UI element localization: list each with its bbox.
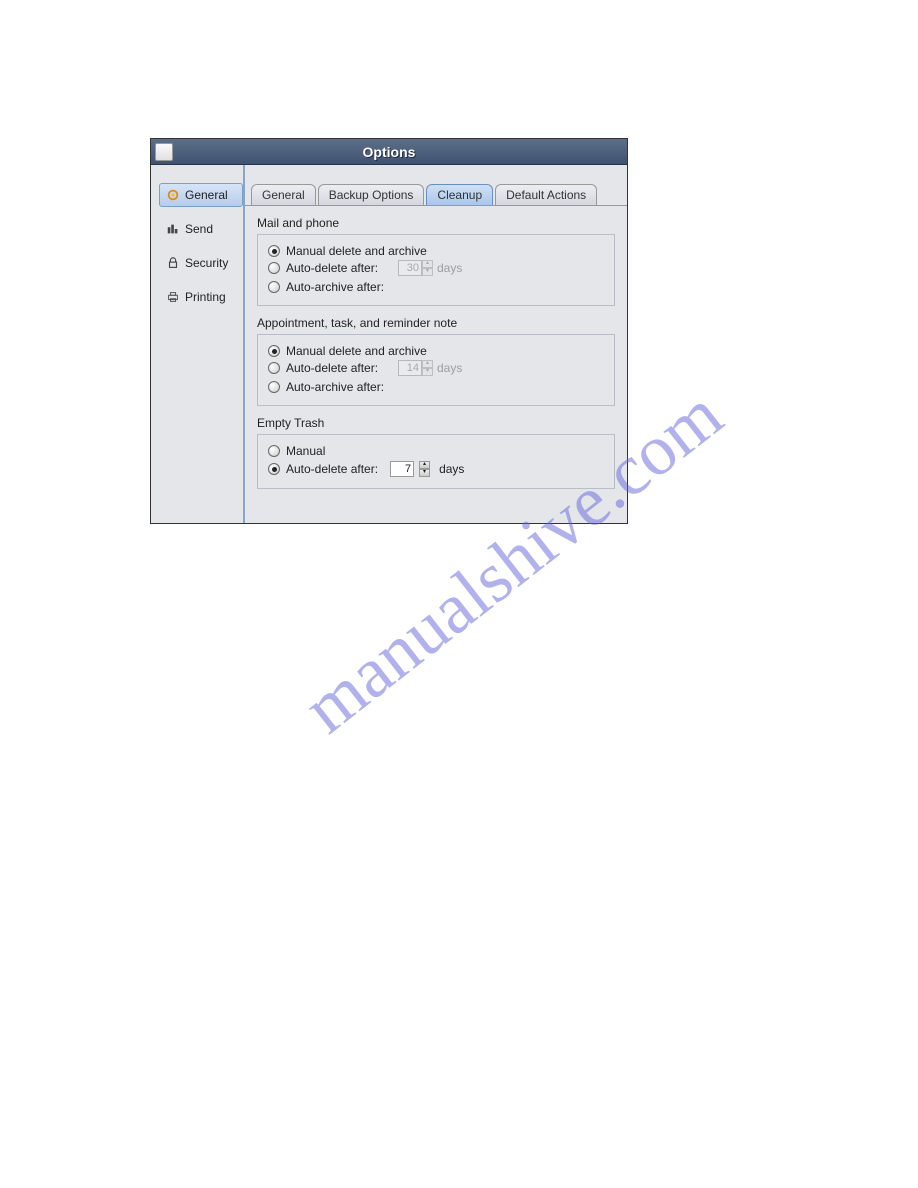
days-unit: days [437, 361, 462, 375]
radio-label: Manual [286, 444, 325, 458]
radio-icon [268, 463, 280, 475]
sidebar-label: Send [185, 222, 213, 236]
radio-icon [268, 245, 280, 257]
sidebar-item-printing[interactable]: Printing [159, 285, 243, 309]
days-unit: days [439, 462, 464, 476]
tab-cleanup[interactable]: Cleanup [426, 184, 493, 205]
radio-manual[interactable]: Manual delete and archive [268, 344, 604, 358]
radio-icon [268, 345, 280, 357]
radio-icon [268, 362, 280, 374]
days-spinner: 14 ▴ ▾ days [398, 360, 604, 376]
radio-icon [268, 381, 280, 393]
radio-label: Auto-archive after: [286, 380, 384, 394]
group-box: Manual delete and archive Auto-delete af… [257, 234, 615, 306]
tab-general[interactable]: General [251, 184, 316, 205]
group-empty-trash: Empty Trash Manual Auto-delete after: 7 [257, 416, 615, 489]
tab-row: General Backup Options Cleanup Default A… [245, 183, 627, 205]
spin-up[interactable]: ▴ [422, 360, 433, 368]
radio-autoarchive[interactable]: Auto-archive after: [268, 380, 604, 394]
radio-label: Auto-delete after: [286, 462, 378, 476]
spin-down[interactable]: ▾ [422, 268, 433, 276]
gear-icon [166, 188, 180, 202]
window-icon [155, 143, 173, 161]
titlebar: Options [151, 139, 627, 165]
spin-up[interactable]: ▴ [419, 461, 430, 469]
tab-default-actions[interactable]: Default Actions [495, 184, 597, 205]
radio-autodelete[interactable]: Auto-delete after: 7 ▴ ▾ days [268, 461, 604, 477]
radio-label: Manual delete and archive [286, 344, 427, 358]
days-input[interactable]: 7 [390, 461, 414, 477]
spin-down[interactable]: ▾ [422, 368, 433, 376]
days-spinner: 30 ▴ ▾ days [398, 260, 604, 276]
days-input[interactable]: 30 [398, 260, 422, 276]
sidebar: General Send Security Printing [151, 165, 245, 523]
main-panel: General Backup Options Cleanup Default A… [245, 165, 627, 523]
sidebar-item-security[interactable]: Security [159, 251, 243, 275]
sidebar-label: Printing [185, 290, 226, 304]
group-title: Appointment, task, and reminder note [257, 316, 615, 330]
radio-label: Auto-archive after: [286, 280, 384, 294]
sidebar-item-send[interactable]: Send [159, 217, 243, 241]
group-box: Manual Auto-delete after: 7 ▴ ▾ [257, 434, 615, 489]
radio-label: Auto-delete after: [286, 261, 378, 275]
radio-label: Manual delete and archive [286, 244, 427, 258]
radio-manual[interactable]: Manual [268, 444, 604, 458]
spin-down[interactable]: ▾ [419, 469, 430, 477]
printer-icon [166, 290, 180, 304]
radio-icon [268, 445, 280, 457]
group-title: Empty Trash [257, 416, 615, 430]
sidebar-label: Security [185, 256, 228, 270]
send-icon [166, 222, 180, 236]
radio-icon [268, 281, 280, 293]
radio-icon [268, 262, 280, 274]
group-box: Manual delete and archive Auto-delete af… [257, 334, 615, 406]
group-mail-phone: Mail and phone Manual delete and archive… [257, 216, 615, 306]
window-title: Options [363, 144, 416, 160]
spin-up[interactable]: ▴ [422, 260, 433, 268]
radio-label: Auto-delete after: [286, 361, 378, 375]
sidebar-label: General [185, 188, 228, 202]
tab-backup-options[interactable]: Backup Options [318, 184, 425, 205]
group-title: Mail and phone [257, 216, 615, 230]
sidebar-item-general[interactable]: General [159, 183, 243, 207]
lock-icon [166, 256, 180, 270]
radio-autoarchive[interactable]: Auto-archive after: [268, 280, 604, 294]
cleanup-panel: Mail and phone Manual delete and archive… [245, 205, 627, 509]
days-unit: days [437, 261, 462, 275]
days-spinner: 7 ▴ ▾ days [390, 461, 464, 477]
group-appointment: Appointment, task, and reminder note Man… [257, 316, 615, 406]
options-window: Options General Send Security Printing [150, 138, 628, 524]
radio-manual[interactable]: Manual delete and archive [268, 244, 604, 258]
days-input[interactable]: 14 [398, 360, 422, 376]
